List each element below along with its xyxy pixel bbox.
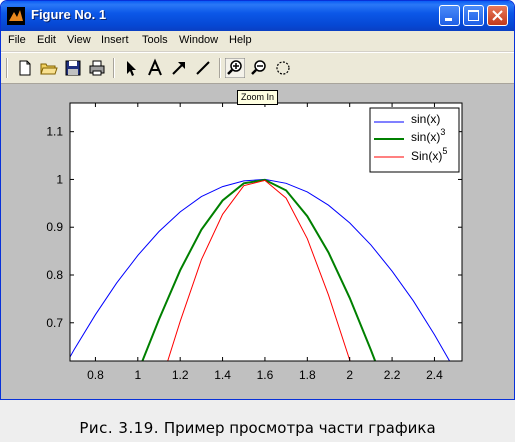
legend-label-sin5: Sin(x)5 — [411, 146, 447, 163]
x-tick-label: 0.8 — [87, 368, 104, 382]
zoom-in-tooltip: Zoom In — [237, 90, 279, 105]
x-tick-label: 1.6 — [257, 368, 274, 382]
y-tick-label: 1.1 — [46, 125, 63, 139]
y-tick-label: 0.8 — [46, 268, 63, 282]
figure-caption: Рис. 3.19. Пример просмотра части график… — [0, 419, 515, 437]
x-tick-label: 1.8 — [299, 368, 316, 382]
x-tick-label: 2.2 — [384, 368, 401, 382]
y-tick-label: 0.7 — [46, 316, 63, 330]
y-tick-label: 0.9 — [46, 220, 63, 234]
x-tick-label: 2.4 — [426, 368, 443, 382]
y-tick-label: 1 — [56, 172, 63, 186]
caption-number: Рис. 3.19. — [79, 419, 160, 437]
plot-svg[interactable]: 0.8 1 1.2 1.4 1.6 1.8 2 2.2 2.4 0.7 0.8 0.9 1 1.1 sin… — [0, 0, 515, 400]
legend-label-sin3: sin(x)3 — [411, 127, 445, 144]
legend: sin(x) sin(x)3 Sin(x)5 — [369, 107, 460, 173]
legend-label-sin: sin(x) — [411, 112, 440, 126]
x-tick-label: 2 — [346, 368, 353, 382]
x-tick-label: 1 — [134, 368, 141, 382]
x-tick-label: 1.4 — [214, 368, 231, 382]
caption-description: Пример просмотра части графика — [159, 419, 436, 437]
x-tick-label: 1.2 — [172, 368, 189, 382]
